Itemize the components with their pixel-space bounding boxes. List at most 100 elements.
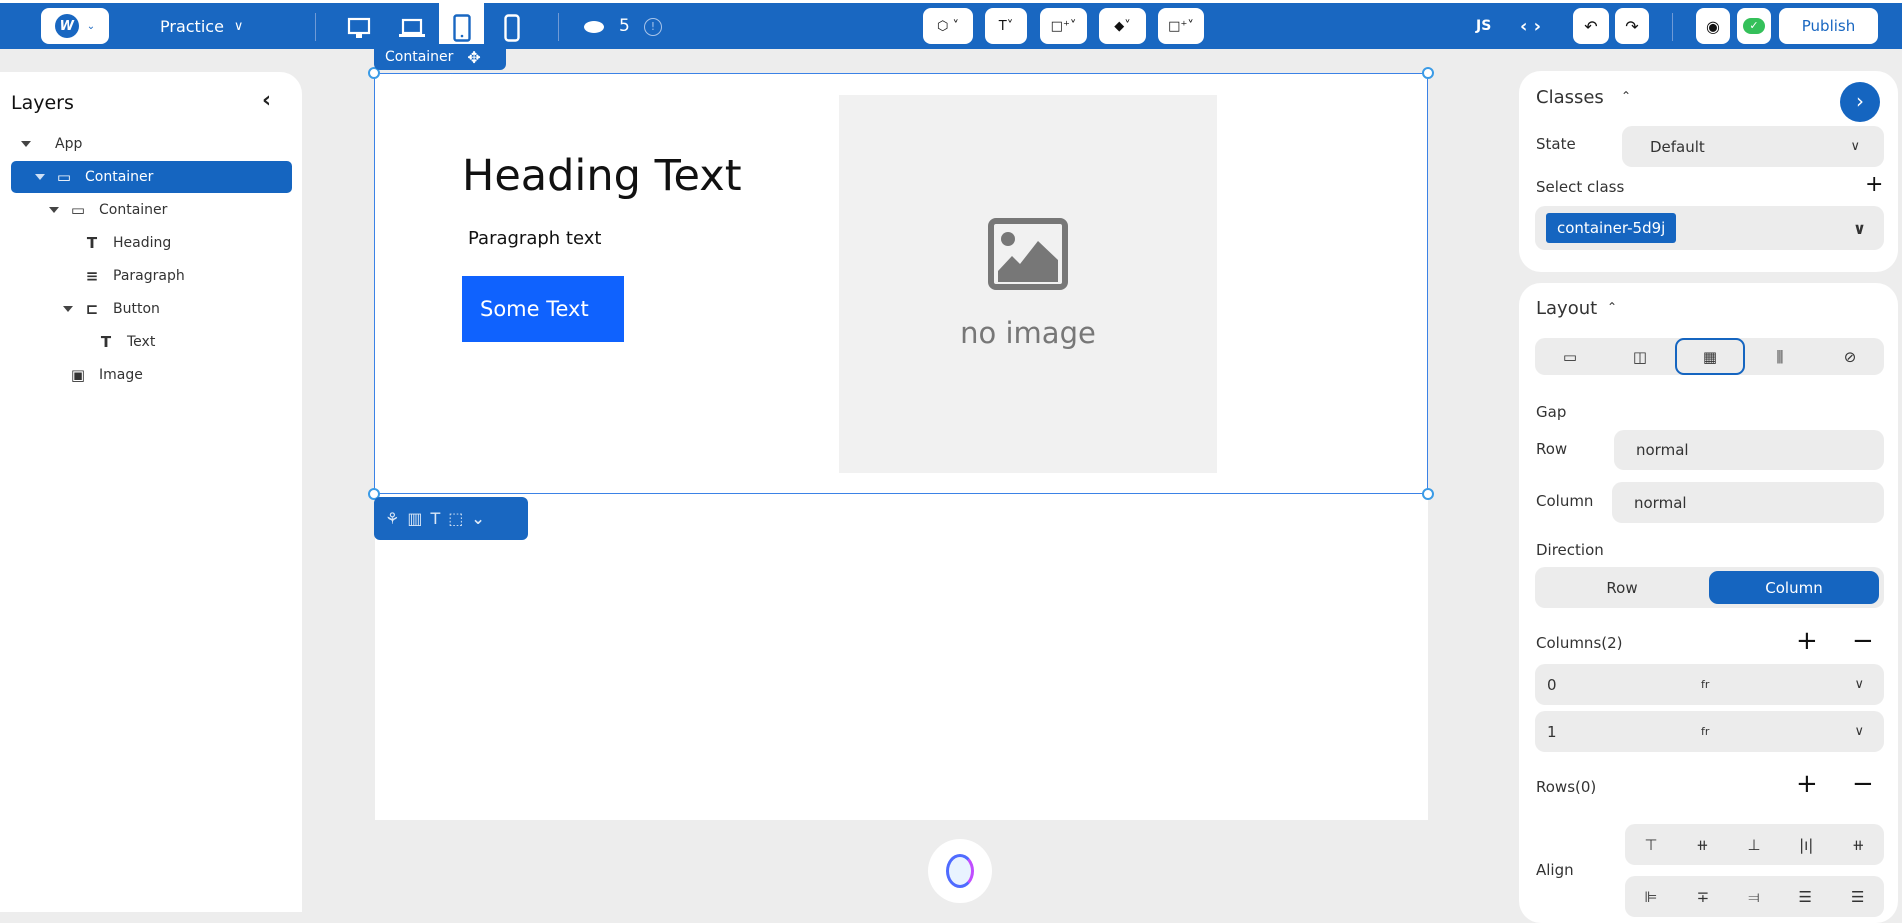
align-stretch-icon[interactable]: |ı|: [1799, 836, 1813, 854]
add-style-button[interactable]: ◆˅: [1099, 8, 1146, 44]
code-icon[interactable]: ‹ ›: [1520, 9, 1541, 43]
desktop-view-button[interactable]: [344, 11, 374, 45]
align-top-icon[interactable]: ⊤: [1644, 836, 1657, 854]
add-row-icon[interactable]: +: [1796, 769, 1818, 799]
layer-item[interactable]: App: [11, 128, 292, 160]
preview-button[interactable]: ◉: [1696, 8, 1730, 44]
text-icon[interactable]: T: [430, 509, 440, 528]
text-icon: T: [100, 333, 112, 351]
justify-right-icon[interactable]: ⫤: [1748, 888, 1759, 906]
resize-handle[interactable]: [1422, 488, 1434, 500]
display-grid-icon[interactable]: ▦: [1675, 338, 1745, 375]
ai-assistant-button[interactable]: [928, 839, 992, 903]
column-track-unit[interactable]: fr: [1701, 725, 1709, 738]
js-button[interactable]: JS: [1476, 9, 1491, 43]
add-component-button[interactable]: ⬡ ˅: [923, 8, 973, 44]
spacing-icon[interactable]: ⬚: [448, 509, 463, 528]
add-container-button[interactable]: □⁺˅: [1040, 8, 1087, 44]
ai-orb-icon: [946, 854, 974, 888]
remove-row-icon[interactable]: −: [1852, 769, 1874, 799]
caret-down-icon[interactable]: [21, 141, 31, 147]
chevron-up-icon[interactable]: ⌃: [1621, 89, 1631, 103]
add-column-icon[interactable]: +: [1796, 626, 1818, 656]
chevron-down-icon[interactable]: ∨: [1854, 724, 1864, 739]
add-text-button[interactable]: T˅: [985, 8, 1027, 44]
remove-column-icon[interactable]: −: [1852, 626, 1874, 656]
column-track-value: 1: [1547, 722, 1557, 741]
class-chip[interactable]: container-5d9j: [1546, 213, 1677, 243]
chevron-down-icon: ∨: [1853, 218, 1866, 238]
laptop-view-button[interactable]: [397, 11, 427, 45]
layout-panel: Layout ⌃ ▭ ◫ ▦ ⫼ ⊘ Gap Row normal Column…: [1519, 283, 1898, 923]
layer-item[interactable]: ▭ Container: [11, 194, 292, 226]
column-gap-label: Column: [1536, 492, 1594, 510]
state-label: State: [1536, 135, 1576, 153]
app-menu-button[interactable]: W ⌄: [41, 8, 109, 44]
direction-label: Direction: [1536, 541, 1604, 559]
display-inline-icon[interactable]: ⫼: [1745, 338, 1815, 375]
collapse-panel-icon[interactable]: ‹: [262, 88, 271, 113]
caret-down-icon[interactable]: [35, 174, 45, 180]
chevron-down-icon[interactable]: ⌄: [471, 509, 484, 528]
top-toolbar: W ⌄ Practice ∨ 5 ! ⬡ ˅ T˅ □⁺˅ ◆˅ □⁺˅ JS …: [0, 0, 1902, 52]
layer-item[interactable]: ≡ Paragraph: [11, 260, 292, 292]
justify-left-icon[interactable]: ⊫: [1645, 888, 1658, 906]
chevron-down-icon[interactable]: ∨: [1854, 677, 1864, 692]
row-gap-value: normal: [1636, 441, 1689, 459]
column-track-input[interactable]: 0 fr ∨: [1535, 664, 1884, 705]
container-icon: ▭: [56, 168, 72, 186]
align-center-v-icon[interactable]: ⧺: [1696, 836, 1709, 854]
info-icon[interactable]: !: [644, 18, 662, 36]
justify-between-icon[interactable]: ☰: [1799, 888, 1812, 906]
class-select[interactable]: container-5d9j ∨: [1535, 206, 1884, 250]
layer-item[interactable]: ▭ Container: [11, 161, 292, 193]
direction-column-option[interactable]: Column: [1709, 571, 1879, 604]
layer-label: App: [55, 136, 83, 152]
chevron-down-icon: ∨: [233, 18, 244, 34]
container-icon: ▭: [70, 201, 86, 219]
align-bottom-icon[interactable]: ⊥: [1747, 836, 1760, 854]
row-gap-input[interactable]: normal: [1614, 430, 1884, 470]
chevron-up-icon[interactable]: ⌃: [1607, 300, 1617, 314]
direction-segmented: Row Column: [1535, 567, 1884, 608]
caret-down-icon[interactable]: [49, 207, 59, 213]
display-block-icon[interactable]: ▭: [1535, 338, 1605, 375]
layer-item[interactable]: ⊏ Button: [11, 293, 292, 325]
sync-status-button[interactable]: ✓: [1737, 8, 1771, 44]
layout-icon[interactable]: ▥: [407, 509, 422, 528]
resize-handle[interactable]: [1422, 67, 1434, 79]
column-track-unit[interactable]: fr: [1701, 678, 1709, 691]
display-flex-icon[interactable]: ◫: [1605, 338, 1675, 375]
column-gap-input[interactable]: normal: [1612, 482, 1884, 523]
direction-row-option[interactable]: Row: [1535, 567, 1709, 608]
layer-item[interactable]: T Text: [11, 326, 292, 358]
justify-center-icon[interactable]: ∓: [1697, 888, 1710, 906]
column-track-input[interactable]: 1 fr ∨: [1535, 711, 1884, 752]
selection-label[interactable]: Container ✥: [374, 44, 506, 70]
mobile-view-button[interactable]: [497, 11, 527, 45]
undo-button[interactable]: ↶: [1573, 8, 1609, 44]
column-track-value: 0: [1547, 675, 1557, 694]
layer-label: Paragraph: [113, 268, 185, 284]
move-icon[interactable]: ✥: [467, 48, 480, 67]
layer-item[interactable]: T Heading: [11, 227, 292, 259]
gap-label: Gap: [1536, 403, 1567, 421]
display-none-eye-off-icon[interactable]: ⊘: [1815, 338, 1885, 375]
redo-button[interactable]: ↷: [1615, 8, 1649, 44]
element-quick-toolbar: ⚘ ▥ T ⬚ ⌄: [374, 497, 528, 540]
align-baseline-icon[interactable]: ⧺: [1852, 836, 1865, 854]
add-element-button[interactable]: □⁺˅: [1158, 8, 1204, 44]
justify-around-icon[interactable]: ☰: [1851, 888, 1864, 906]
layer-item[interactable]: ▣ Image: [11, 359, 292, 391]
diamond-icon: ◆˅: [1114, 18, 1131, 34]
state-select[interactable]: Default ∨: [1622, 126, 1884, 167]
display-mode-segmented: ▭ ◫ ▦ ⫼ ⊘: [1535, 338, 1884, 375]
hierarchy-icon[interactable]: ⚘: [385, 509, 399, 528]
add-class-icon[interactable]: +: [1865, 172, 1883, 197]
expand-panel-button[interactable]: ›: [1840, 82, 1880, 122]
publish-button[interactable]: Publish: [1779, 8, 1878, 44]
caret-down-icon[interactable]: [63, 306, 73, 312]
paragraph-icon: ≡: [85, 267, 99, 285]
project-menu[interactable]: Practice ∨: [160, 9, 243, 43]
chevron-down-icon: ∨: [1850, 139, 1860, 154]
